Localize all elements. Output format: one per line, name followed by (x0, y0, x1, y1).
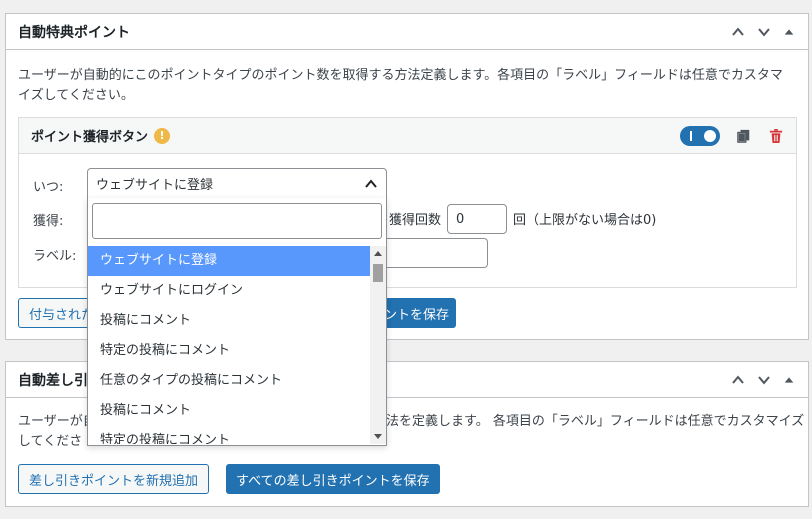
when-label: いつ: (33, 180, 64, 195)
dropdown-option[interactable]: ウェブサイトに登録 (88, 246, 370, 276)
scrollbar-thumb[interactable] (373, 264, 383, 282)
enable-toggle[interactable] (680, 125, 720, 146)
award-item-header: ポイント獲得ボタン ! (19, 118, 796, 154)
when-select-value: ウェブサイトに登録 (96, 178, 214, 193)
limit-suffix: 回（上限がない場合は0) (513, 213, 657, 228)
award-item-controls (680, 125, 784, 146)
warning-icon: ! (154, 127, 171, 144)
add-deduct-button-label: 差し引きポイントを新規追加 (29, 473, 199, 489)
limit-input-value: 0 (456, 211, 465, 227)
add-deduct-button[interactable]: 差し引きポイントを新規追加 (18, 464, 210, 494)
copy-icon[interactable] (736, 128, 752, 144)
add-award-button-label: 付与された (29, 307, 95, 323)
save-deducts-button-label: すべての差し引きポイントを保存 (236, 473, 430, 489)
panel-controls (730, 372, 796, 388)
save-deducts-button[interactable]: すべての差し引きポイントを保存 (226, 464, 440, 494)
dropdown-options: ウェブサイトに登録 ウェブサイトにログイン 投稿にコメント 特定の投稿にコメント… (88, 246, 370, 444)
deduct-description-left: ユーザーが自 (18, 414, 96, 429)
dropdown-option[interactable]: ウェブサイトにログイン (88, 276, 370, 306)
chevron-up-icon (364, 177, 378, 191)
trash-icon[interactable] (768, 128, 784, 144)
collapse-toggle-icon[interactable] (782, 25, 796, 39)
save-awards-button[interactable]: ントを保存 (382, 298, 456, 328)
deduct-description-right: 法を定義します。 各項目の「ラベル」フィールドは任意でカスタマイズ (386, 414, 805, 429)
panel-header: 自動特典ポイント (6, 14, 808, 50)
limit-input[interactable]: 0 (447, 204, 507, 234)
when-select[interactable]: ウェブサイトに登録 (87, 168, 387, 199)
panel-description: ユーザーが自動的にこのポイントタイプのポイント数を取得する方法定義します。各項目… (18, 66, 796, 106)
dropdown-option[interactable]: 投稿にコメント (88, 306, 370, 336)
dropdown-search-input[interactable] (92, 203, 382, 239)
add-award-button[interactable]: 付与された (18, 298, 98, 328)
chevron-down-icon[interactable] (756, 24, 772, 40)
panel-controls (730, 24, 796, 40)
dropdown-scrollbar[interactable] (370, 246, 386, 444)
deduct-description-line2: してくださ (18, 434, 83, 449)
collapse-toggle-icon[interactable] (782, 373, 796, 387)
when-dropdown: ウェブサイトに登録 ウェブサイトにログイン 投稿にコメント 特定の投稿にコメント… (87, 198, 387, 446)
save-awards-button-label: ントを保存 (384, 307, 450, 323)
description-line: イズしてください。 (18, 88, 134, 103)
panel-title: 自動特典ポイント (18, 24, 130, 41)
label-input[interactable] (380, 238, 488, 268)
chevron-down-icon[interactable] (756, 372, 772, 388)
award-item-title-text: ポイント獲得ボタン (31, 130, 149, 145)
label-label: ラベル: (33, 249, 77, 264)
panel-title: 自動差し引 (18, 372, 88, 389)
chevron-up-icon[interactable] (730, 24, 746, 40)
dropdown-option[interactable]: 特定の投稿にコメント (88, 336, 370, 366)
award-item-title: ポイント獲得ボタン ! (31, 126, 171, 145)
scroll-up-arrow-icon[interactable] (374, 251, 382, 256)
dropdown-option[interactable]: 特定の投稿にコメント (88, 426, 370, 444)
earn-label: 獲得: (33, 214, 64, 229)
dropdown-option[interactable]: 投稿にコメント (88, 396, 370, 426)
description-line: ユーザーが自動的にこのポイントタイプのポイント数を取得する方法定義します。各項目… (18, 68, 783, 83)
chevron-up-icon[interactable] (730, 372, 746, 388)
limit-label: 獲得回数 (389, 213, 442, 228)
dropdown-option[interactable]: 任意のタイプの投稿にコメント (88, 366, 370, 396)
scroll-down-arrow-icon[interactable] (374, 434, 382, 439)
